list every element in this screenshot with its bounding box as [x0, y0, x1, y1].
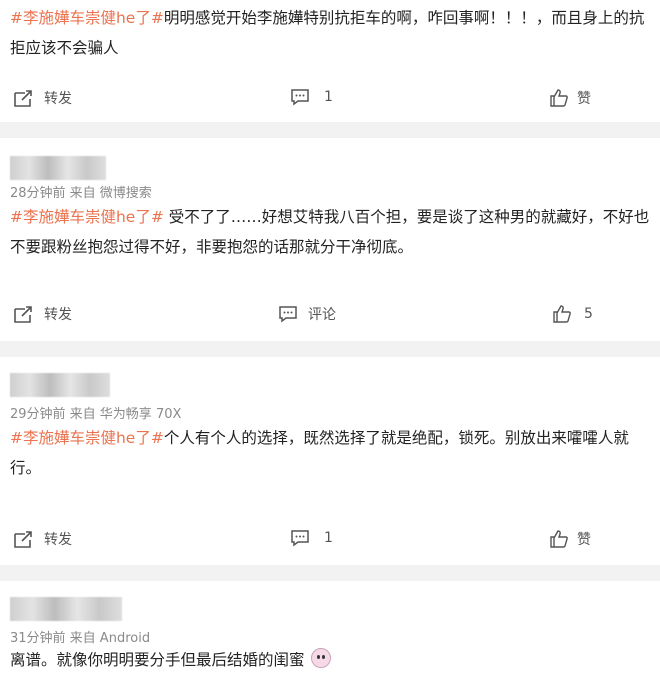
like-label: 赞 — [577, 91, 591, 107]
post-4: 31分钟前 来自 Android 离谱。就像你明明要分手但最后结婚的闺蜜 — [0, 581, 660, 688]
repost-button[interactable]: 转发 — [12, 88, 72, 108]
comment-icon — [291, 530, 309, 547]
like-button[interactable]: 赞 — [549, 88, 591, 108]
comment-button[interactable]: 1 — [290, 88, 333, 106]
repost-label: 转发 — [44, 91, 72, 107]
repost-label: 转发 — [44, 532, 72, 548]
comment-icon — [279, 306, 297, 323]
post-body: #李施嬅车崇健he了#明明感觉开始李施嬅特别抗拒车的啊，咋回事啊！！！，而且身上… — [0, 0, 660, 63]
divider — [0, 122, 660, 138]
comment-label: 评论 — [308, 307, 336, 323]
post-header: 31分钟前 来自 Android — [0, 581, 660, 646]
repost-icon — [14, 306, 32, 323]
thumbs-up-icon — [550, 89, 568, 107]
comment-icon — [291, 89, 309, 106]
repost-icon — [14, 531, 32, 548]
post-body: #李施嬅车崇健he了#个人有个人的选择，既然选择了就是绝配，锁死。别放出来嚯嚯人… — [0, 423, 660, 483]
like-button[interactable]: 赞 — [549, 529, 591, 549]
repost-label: 转发 — [44, 307, 72, 323]
like-count: 5 — [584, 306, 593, 322]
post-meta: 28分钟前 来自 微博搜索 — [10, 186, 152, 201]
post-text: 离谱。就像你明明要分手但最后结婚的闺蜜 — [10, 651, 305, 669]
post-3: 29分钟前 来自 华为畅享 70X #李施嬅车崇健he了#个人有个人的选择，既然… — [0, 357, 660, 565]
divider — [0, 565, 660, 581]
post-header: 28分钟前 来自 微博搜索 — [0, 138, 660, 202]
hashtag-link[interactable]: #李施嬅车崇健he了# — [10, 9, 164, 27]
action-bar: 转发 评论 5 — [0, 290, 660, 338]
post-meta: 31分钟前 来自 Android — [10, 631, 151, 646]
post-meta: 29分钟前 来自 华为畅享 70X — [10, 407, 182, 422]
divider — [0, 341, 660, 357]
hashtag-link[interactable]: #李施嬅车崇健he了# — [10, 429, 164, 447]
thumbs-up-icon — [553, 305, 571, 323]
comment-button[interactable]: 1 — [290, 529, 333, 547]
thumbs-up-icon — [550, 530, 568, 548]
post-body: 离谱。就像你明明要分手但最后结婚的闺蜜 — [0, 645, 660, 675]
blurred-username — [10, 373, 110, 397]
blurred-username — [10, 597, 122, 621]
post-1: #李施嬅车崇健he了#明明感觉开始李施嬅特别抗拒车的啊，咋回事啊！！！，而且身上… — [0, 0, 660, 122]
post-2: 28分钟前 来自 微博搜索 #李施嬅车崇健he了# 受不了了……好想艾特我八百个… — [0, 138, 660, 341]
comment-count: 1 — [324, 530, 333, 546]
repost-button[interactable]: 转发 — [12, 529, 72, 549]
like-button[interactable]: 5 — [552, 304, 593, 324]
repost-icon — [14, 90, 32, 107]
post-header: 29分钟前 来自 华为畅享 70X — [0, 357, 660, 423]
repost-button[interactable]: 转发 — [12, 304, 72, 324]
action-bar: 转发 1 赞 — [0, 74, 660, 122]
post-body: #李施嬅车崇健he了# 受不了了……好想艾特我八百个担，要是谈了这种男的就藏好，… — [0, 202, 660, 262]
comment-button[interactable]: 评论 — [278, 304, 336, 324]
like-label: 赞 — [577, 532, 591, 548]
comment-count: 1 — [324, 89, 333, 105]
hashtag-link[interactable]: #李施嬅车崇健he了# — [10, 208, 164, 226]
action-bar: 转发 1 赞 — [0, 515, 660, 563]
blurred-username — [10, 156, 106, 180]
emoji-icon — [310, 648, 331, 668]
